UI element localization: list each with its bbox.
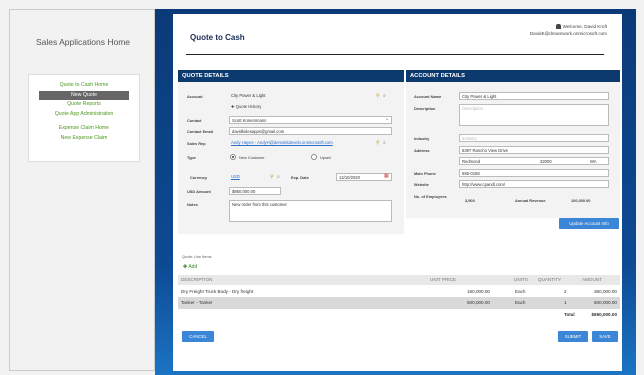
row-units: Each (515, 300, 526, 305)
contact-email-input[interactable]: davidkidesapps@gmail.com (229, 127, 392, 135)
currency-label: Currency (190, 175, 208, 180)
contact-label: Contact (187, 118, 202, 123)
account-label: Account (187, 94, 203, 99)
row-description: Tanker - Tanker (181, 300, 213, 305)
calendar-icon[interactable]: ▦ (384, 173, 389, 180)
type-new-customer-label: New Customer (239, 155, 265, 160)
quote-details-header: QUOTE DETAILS (178, 70, 404, 82)
page-title: Quote to Cash (190, 33, 245, 42)
chevron-down-icon[interactable]: ⌄ (385, 116, 389, 123)
address-label: Address (414, 148, 430, 153)
type-new-customer-radio[interactable] (230, 154, 236, 160)
type-upsell-radio[interactable] (311, 154, 317, 160)
sales-rep-value[interactable]: Andy Hayes - AndyH@demokitdevelo.onmicro… (229, 139, 369, 147)
usd-amount-input[interactable]: $860,000.00 (229, 187, 281, 195)
industry-input[interactable]: Industry (459, 134, 609, 142)
row-quantity: 1 (564, 300, 567, 305)
nav-quote-reports[interactable]: Quote Reports (29, 100, 139, 110)
sidebar: Sales Applications Home Quote to Cash Ho… (9, 9, 155, 371)
col-units: UNITS (514, 277, 528, 282)
main-phone-label: Main Phone (414, 171, 436, 176)
nav-new-expense-claim[interactable]: New Expense Claim (29, 134, 139, 144)
update-account-button[interactable]: Update Account Info (559, 218, 619, 229)
plus-icon: ✚ (183, 264, 188, 270)
lookup-icon[interactable]: ⚲ (376, 140, 380, 147)
title-divider (186, 54, 604, 55)
notes-label: Notes (187, 202, 198, 207)
save-button[interactable]: SAVE (592, 331, 618, 342)
main-phone-input[interactable]: 555-0158 (459, 169, 609, 177)
col-quantity: QUANTITY (538, 277, 562, 282)
annual-revenue-value: 100,000.00 (571, 198, 591, 203)
add-line-button[interactable]: ✚ Add (183, 264, 197, 270)
row-unit-price: 500,000.00 (467, 300, 490, 305)
line-items-header: DESCRIPTION UNIT PRICE UNITS QUANTITY AM… (178, 275, 620, 285)
type-upsell-label: Upsell (320, 155, 331, 160)
row-quantity: 2 (564, 289, 567, 294)
nav-menu: Quote to Cash Home New Quote Quote Repor… (28, 74, 140, 162)
description-label: Description (414, 106, 436, 111)
line-items-title: Quote Line Items (182, 254, 212, 259)
row-amount: 500,000.00 (594, 300, 617, 305)
quote-history-link[interactable]: ✚ Quote History (229, 103, 307, 111)
search-icon[interactable]: ⌕ (277, 174, 280, 181)
user-icon (555, 24, 561, 30)
sales-rep-label: Sales Rep (187, 141, 206, 146)
cancel-button[interactable]: CANCEL (182, 331, 214, 342)
search-icon[interactable]: ⌕ (383, 93, 386, 100)
currency-value[interactable]: USD (229, 173, 269, 181)
user-email: DavidK@dreamwork.onmicrosoft.com (529, 31, 607, 36)
row-amount: 360,000.00 (594, 289, 617, 294)
total-value: $860,000.00 (591, 312, 617, 317)
totals-row: Total $860,000.00 (178, 310, 620, 319)
account-name-input[interactable]: City Power & Light (459, 92, 609, 100)
account-value[interactable]: City Power & Light (229, 92, 385, 100)
row-units: Each (515, 289, 526, 294)
employees-value: 3,900 (465, 198, 475, 203)
nav-quote-to-cash-home[interactable]: Quote to Cash Home (29, 81, 139, 91)
usd-amount-label: USD Amount (187, 189, 211, 194)
contact-email-label: Contact Email (187, 129, 213, 134)
account-name-label: Account Name (414, 94, 442, 99)
lookup-icon[interactable]: ⚲ (270, 174, 274, 181)
description-input[interactable]: Description (459, 104, 609, 126)
industry-label: Industry (414, 136, 430, 141)
col-unit-price: UNIT PRICE (430, 277, 456, 282)
notes-textarea[interactable]: New order from this customer (229, 200, 392, 222)
lookup-icon[interactable]: ⚲ (376, 93, 380, 100)
annual-revenue-label: Annual Revenue (515, 198, 546, 203)
search-icon[interactable]: ⌕ (383, 140, 386, 147)
state-value[interactable]: WA (590, 158, 597, 164)
nav-expense-claim-home[interactable]: Expense Claim Home (29, 124, 139, 134)
quote-form-card: Quote to Cash Welcome, David Kroft David… (173, 14, 622, 371)
zip-value[interactable]: 32000 (540, 158, 552, 164)
nav-quote-app-administration[interactable]: Quote App Administration (29, 110, 139, 120)
exp-date-label: Exp. Date (291, 175, 309, 180)
total-label: Total (564, 312, 575, 317)
website-input[interactable]: http://www.cpandl.com/ (459, 180, 609, 188)
row-description: Dry Freight Truck Body - Dry freight (181, 289, 254, 294)
type-label: Type (187, 155, 196, 160)
city-state-zip: Redmond 32000 WA (459, 157, 609, 165)
app-title: Sales Applications Home (35, 37, 131, 47)
main-area: Quote to Cash Welcome, David Kroft David… (155, 9, 636, 375)
street-input[interactable]: 5397 Rancho View Drive (459, 146, 609, 154)
nav-new-quote[interactable]: New Quote (39, 90, 129, 100)
welcome-text: Welcome, David Kroft (562, 24, 607, 29)
employees-label: No. of Employees (414, 194, 447, 199)
row-unit-price: 180,000.00 (467, 289, 490, 294)
city-value[interactable]: Redmond (462, 159, 480, 164)
submit-button[interactable]: SUBMIT (558, 331, 588, 342)
table-row[interactable]: Dry Freight Truck Body - Dry freight 180… (178, 286, 620, 297)
col-description: DESCRIPTION (181, 277, 213, 282)
website-label: Website (414, 182, 429, 187)
contact-select[interactable]: Scott Konersmann (229, 116, 392, 124)
welcome-block: Welcome, David Kroft DavidK@dreamwork.on… (530, 23, 607, 37)
account-details-header: ACCOUNT DETAILS (406, 70, 620, 82)
table-row[interactable]: Tanker - Tanker 500,000.00 Each 1 500,00… (178, 297, 620, 309)
col-amount: AMOUNT (582, 277, 602, 282)
